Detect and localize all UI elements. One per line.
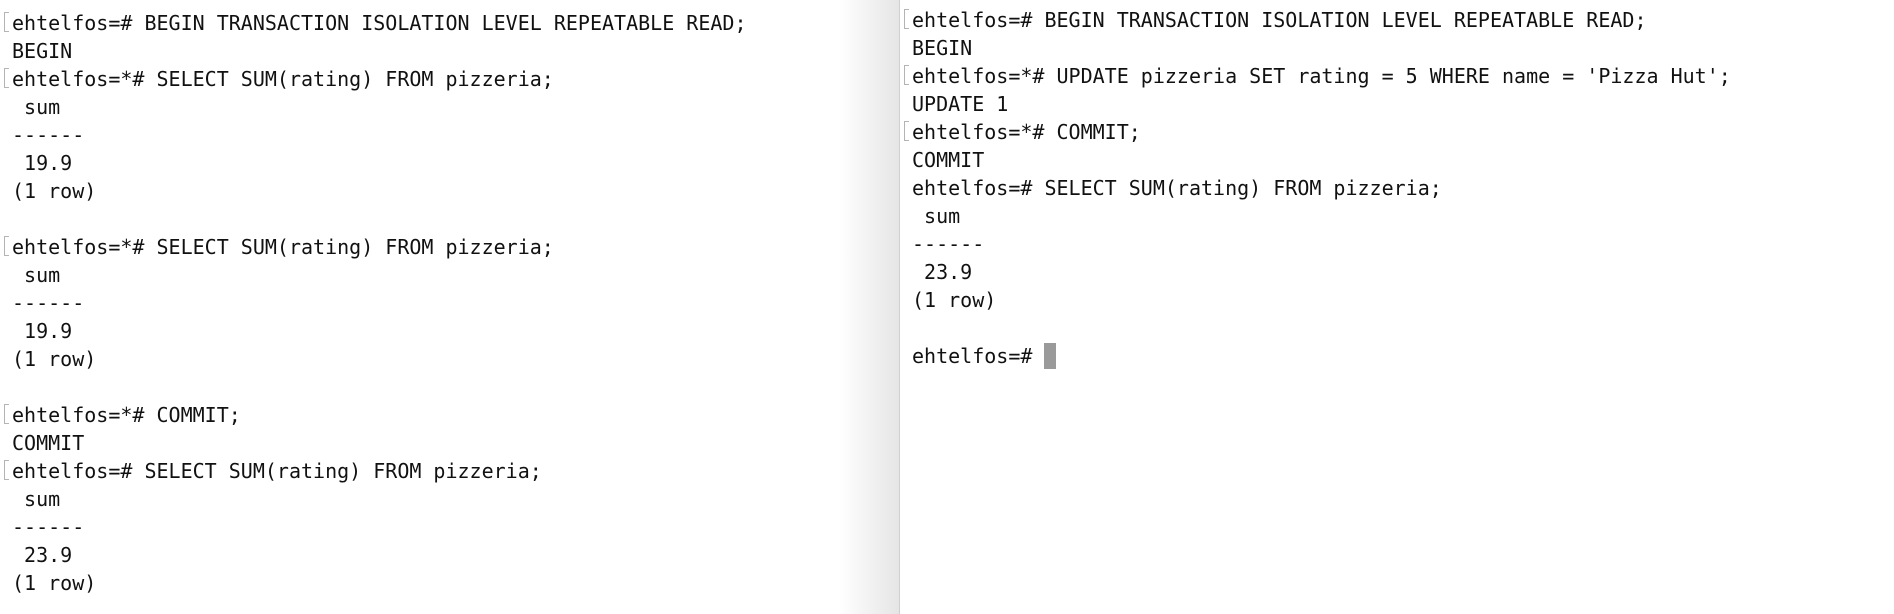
terminal-line: UPDATE 1 [912,90,1731,118]
terminal-line: BEGIN [912,34,1731,62]
terminal-line: sum [12,93,747,121]
prompt-line[interactable]: ehtelfos=# [912,342,1731,370]
terminal-line: ehtelfos=*# COMMIT; [4,401,747,429]
terminal-line-text: ehtelfos=*# UPDATE pizzeria SET rating =… [912,64,1731,88]
terminal-line-text: ------ [912,232,985,256]
terminal-line: (1 row) [12,569,747,597]
terminal-line: ehtelfos=# SELECT SUM(rating) FROM pizze… [4,457,747,485]
line-mark-bracket [904,121,909,141]
terminal-line: ehtelfos=# SELECT SUM(rating) FROM pizze… [912,174,1731,202]
text-cursor [1044,343,1057,369]
terminal-line: 23.9 [12,541,747,569]
terminal-line-text: BEGIN [12,39,73,63]
terminal-line: 19.9 [12,149,747,177]
terminal-line-text: sum [12,95,61,119]
terminal-line: BEGIN [12,37,747,65]
line-mark-bracket [4,236,9,256]
terminal-line: ------ [12,289,747,317]
terminal-line: ------ [12,121,747,149]
terminal-split-view: ehtelfos=# BEGIN TRANSACTION ISOLATION L… [0,0,1894,614]
terminal-line-text: ehtelfos=*# SELECT SUM(rating) FROM pizz… [12,235,554,259]
left-terminal-pane[interactable]: ehtelfos=# BEGIN TRANSACTION ISOLATION L… [0,0,900,614]
terminal-line-text: 19.9 [12,151,73,175]
terminal-line: ehtelfos=*# UPDATE pizzeria SET rating =… [904,62,1731,90]
terminal-line-text: (1 row) [12,179,97,203]
terminal-line-text: (1 row) [12,571,97,595]
right-terminal-output: ehtelfos=# BEGIN TRANSACTION ISOLATION L… [904,6,1731,370]
terminal-line-text: ------ [12,291,85,315]
terminal-line-text: ehtelfos=# BEGIN TRANSACTION ISOLATION L… [912,8,1647,32]
terminal-line-text: UPDATE 1 [912,92,1009,116]
terminal-line-text: ehtelfos=# SELECT SUM(rating) FROM pizze… [912,176,1442,200]
terminal-line: ehtelfos=# BEGIN TRANSACTION ISOLATION L… [4,9,747,37]
terminal-line-text: 23.9 [12,543,73,567]
terminal-line: (1 row) [12,345,747,373]
shell-prompt: ehtelfos=# [912,344,1045,368]
terminal-line-text: ------ [12,123,85,147]
terminal-line-text: ------ [12,515,85,539]
terminal-line-text: sum [912,204,961,228]
terminal-line: (1 row) [912,286,1731,314]
terminal-line-text: ehtelfos=*# COMMIT; [912,120,1141,144]
terminal-line-text: 19.9 [12,319,73,343]
terminal-line: ------ [12,513,747,541]
terminal-line-text: ehtelfos=*# COMMIT; [12,403,241,427]
terminal-line-text: ehtelfos=# BEGIN TRANSACTION ISOLATION L… [12,11,747,35]
terminal-line: ehtelfos=*# SELECT SUM(rating) FROM pizz… [4,233,747,261]
right-terminal-pane[interactable]: ehtelfos=# BEGIN TRANSACTION ISOLATION L… [900,0,1894,614]
terminal-line: 23.9 [912,258,1731,286]
terminal-line: ------ [912,230,1731,258]
terminal-line-text: COMMIT [912,148,985,172]
terminal-line-text: sum [12,487,61,511]
pane-shadow [839,0,899,614]
terminal-line: 19.9 [12,317,747,345]
left-terminal-output: ehtelfos=# BEGIN TRANSACTION ISOLATION L… [4,9,747,597]
terminal-line: (1 row) [12,177,747,205]
terminal-line-text: COMMIT [12,431,85,455]
line-mark-bracket [904,65,909,85]
terminal-line-text: ehtelfos=*# SELECT SUM(rating) FROM pizz… [12,67,554,91]
terminal-line: sum [12,261,747,289]
line-mark-bracket [4,404,9,424]
terminal-line-text: (1 row) [12,347,97,371]
line-mark-bracket [904,9,909,29]
terminal-line: sum [912,202,1731,230]
line-mark-bracket [4,460,9,480]
terminal-line: ehtelfos=*# SELECT SUM(rating) FROM pizz… [4,65,747,93]
terminal-line-text: sum [12,263,61,287]
line-mark-bracket [4,12,9,32]
terminal-line: COMMIT [912,146,1731,174]
terminal-line: sum [12,485,747,513]
terminal-line-text: 23.9 [912,260,973,284]
terminal-line-text: (1 row) [912,288,997,312]
line-mark-bracket [4,68,9,88]
terminal-line: ehtelfos=*# COMMIT; [904,118,1731,146]
terminal-line-text: ehtelfos=# SELECT SUM(rating) FROM pizze… [12,459,542,483]
terminal-line-text: BEGIN [912,36,973,60]
terminal-line: COMMIT [12,429,747,457]
terminal-line: ehtelfos=# BEGIN TRANSACTION ISOLATION L… [904,6,1731,34]
